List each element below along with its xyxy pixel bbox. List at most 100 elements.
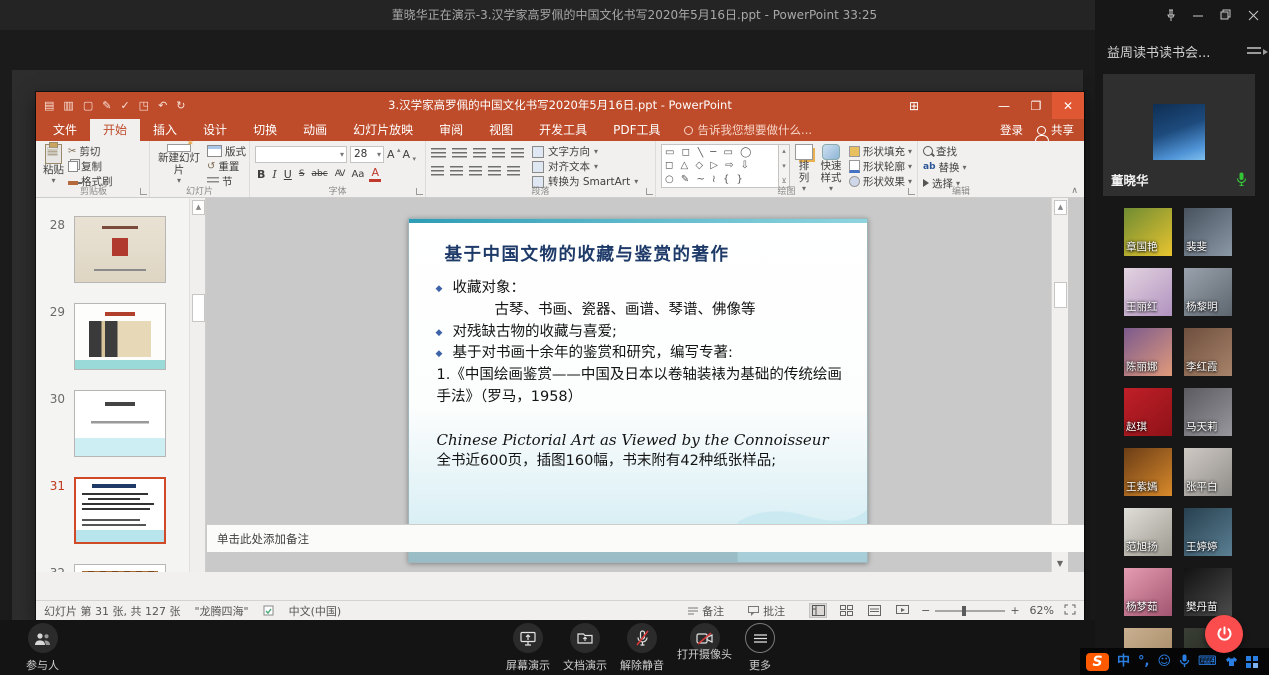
ribbon-tab[interactable]: 动画 [290, 119, 340, 141]
shrink-font-button[interactable]: A [403, 148, 416, 161]
close-button[interactable] [1248, 10, 1259, 21]
participant-tile[interactable]: 陈丽娜 [1124, 328, 1172, 376]
ppt-minimize-button[interactable]: — [988, 92, 1020, 119]
ribbon-tab[interactable]: 幻灯片放映 [340, 119, 426, 141]
slide-text-line[interactable]: 收藏对象： [433, 278, 843, 300]
slide-thumbnail[interactable] [74, 303, 166, 370]
ribbon-tab[interactable]: 插入 [140, 119, 190, 141]
fit-slide-button[interactable] [1064, 604, 1076, 618]
emoji-icon[interactable]: ☺ [1157, 655, 1171, 668]
ribbon-tab[interactable]: PDF工具 [600, 119, 673, 141]
normal-view-button[interactable] [809, 603, 827, 618]
participant-tile[interactable]: 张平白 [1184, 448, 1232, 496]
paragraph-dialog-launcher[interactable] [646, 188, 653, 195]
increase-indent-button[interactable] [492, 148, 505, 158]
notes-pane[interactable]: 单击此处添加备注 [207, 524, 1084, 552]
slide-text-line[interactable]: Chinese Pictorial Art as Viewed by the C… [433, 429, 843, 452]
notes-toggle[interactable]: 备注 [688, 603, 724, 619]
participant-tile[interactable]: 杨梦茹 [1124, 568, 1172, 616]
bullets-button[interactable] [431, 148, 446, 158]
minimize-button[interactable] [1193, 10, 1204, 21]
slide-title[interactable]: 基于中国文物的收藏与鉴赏的著作 [433, 241, 843, 266]
align-right-button[interactable] [469, 166, 482, 176]
cut-button[interactable]: ✂剪切 [68, 144, 113, 158]
slide-text-line[interactable]: 古琴、书画、瓷器、画谱、琴谱、佛像等 [433, 300, 843, 322]
slide-thumbnail-row[interactable]: 29 [36, 303, 205, 370]
zoom-out-button[interactable]: − [921, 604, 930, 617]
participants-button[interactable]: 参与人 [26, 623, 59, 673]
ppt-restore-button[interactable]: ❐ [1020, 92, 1052, 119]
unmute-button[interactable]: 解除静音 [620, 623, 664, 673]
shape-row[interactable]: ▭ ◻ ╲ ─ ▭ ◯ [665, 147, 775, 158]
shape-outline-button[interactable]: 形状轮廓 [849, 159, 912, 173]
participant-tile[interactable]: 樊丹苗 [1184, 568, 1232, 616]
chinese-mode-icon[interactable]: 中 [1117, 655, 1130, 668]
grow-font-button[interactable]: A [387, 148, 400, 161]
numbering-button[interactable] [452, 148, 467, 158]
toolbox-grid-icon[interactable] [1246, 656, 1258, 668]
participant-tile[interactable]: 王紫嫣 [1124, 448, 1172, 496]
screen-share-button[interactable]: 屏幕演示 [506, 623, 550, 673]
spellcheck-icon[interactable] [263, 605, 275, 616]
ribbon-tab[interactable]: 文件 [40, 119, 90, 141]
slide-vertical-scrollbar[interactable]: ▲ ⌃ ⌄ ▼ [1051, 198, 1068, 572]
zoom-slider-thumb[interactable] [962, 606, 966, 616]
slide-thumbnail-row[interactable]: 30 [36, 390, 205, 457]
theme-name-status[interactable]: "龙腾四海" [194, 603, 248, 619]
participant-tile[interactable]: 范旭扬 [1124, 508, 1172, 556]
font-format-button[interactable]: AV [333, 167, 347, 182]
line-spacing-button[interactable] [511, 148, 524, 158]
slide-thumbnail[interactable] [74, 390, 166, 457]
participant-tile[interactable]: 王丽红 [1124, 268, 1172, 316]
copy-button[interactable]: 复制 [68, 159, 113, 173]
font-format-button[interactable]: Aa [349, 167, 366, 182]
font-dialog-launcher[interactable] [416, 188, 423, 195]
slide-text-line[interactable] [433, 409, 843, 429]
leave-meeting-button[interactable] [1205, 615, 1243, 653]
find-button[interactable]: 查找 [923, 144, 999, 158]
reading-view-button[interactable] [865, 603, 883, 618]
participant-tile[interactable]: 裴斐 [1184, 208, 1232, 256]
participant-tile[interactable]: 杨黎明 [1184, 268, 1232, 316]
ribbon-tab[interactable]: 切换 [240, 119, 290, 141]
soft-keyboard-icon[interactable]: ⌨ [1198, 655, 1217, 668]
scroll-down-icon[interactable]: ▼ [1057, 559, 1063, 568]
clipboard-dialog-launcher[interactable] [140, 188, 147, 195]
ribbon-tab[interactable]: 开始 [90, 119, 140, 141]
zoom-level[interactable]: 62% [1030, 604, 1054, 617]
share-button[interactable]: 共享 [1037, 122, 1074, 138]
slideshow-view-button[interactable] [893, 603, 911, 618]
language-status[interactable]: 中文(中国) [289, 603, 342, 619]
font-name-combobox[interactable] [255, 146, 347, 163]
voice-input-icon[interactable] [1179, 652, 1190, 671]
skin-icon[interactable] [1225, 652, 1238, 671]
slide-thumbnail[interactable] [74, 216, 166, 283]
font-size-combobox[interactable]: 28 [350, 146, 384, 163]
ribbon-tab[interactable]: 审阅 [426, 119, 476, 141]
shape-fill-button[interactable]: 形状填充 [849, 144, 912, 158]
comments-toggle[interactable]: 批注 [748, 603, 785, 619]
slide-thumbnail-row[interactable]: 31 [36, 477, 205, 544]
drawing-dialog-launcher[interactable] [908, 188, 915, 195]
thumbnail-scroll-up-icon[interactable]: ▲ [192, 200, 205, 215]
slide-text-line[interactable]: 全书近600页，插图160幅，书末附有42种纸张样品; [433, 451, 843, 473]
font-format-button[interactable]: B [255, 167, 267, 182]
decrease-indent-button[interactable] [473, 148, 486, 158]
text-direction-button[interactable]: 文字方向 [532, 144, 638, 159]
ppt-close-button[interactable]: ✕ [1052, 92, 1084, 119]
participant-tile[interactable]: 李红霞 [1184, 328, 1232, 376]
shape-row[interactable]: ◻ △ ◇ ▷ ⇨ ⇩ [665, 160, 775, 171]
pin-icon[interactable] [1165, 9, 1177, 22]
zoom-slider[interactable] [935, 610, 1005, 612]
thumbnail-scrollbar-thumb[interactable] [192, 294, 205, 322]
participant-tile[interactable]: 马天莉 [1184, 388, 1232, 436]
align-center-button[interactable] [450, 166, 463, 176]
slide-text-line[interactable]: 1.《中国绘画鉴赏——中国及日本以卷轴装裱为基础的传统绘画手法》（罗马，1958… [433, 365, 843, 409]
slide-sorter-view-button[interactable] [837, 603, 855, 618]
slide-thumbnail-row[interactable]: 32 [36, 564, 205, 572]
new-slide-button[interactable]: 新建幻灯片 [155, 144, 203, 185]
align-left-button[interactable] [431, 166, 444, 176]
sogou-logo[interactable]: S [1086, 653, 1109, 671]
shapes-gallery[interactable]: ▭ ◻ ╲ ─ ▭ ◯◻ △ ◇ ▷ ⇨ ⇩○ ✎ ~ ≀ { } [661, 144, 779, 188]
font-format-button[interactable]: I [270, 167, 278, 182]
